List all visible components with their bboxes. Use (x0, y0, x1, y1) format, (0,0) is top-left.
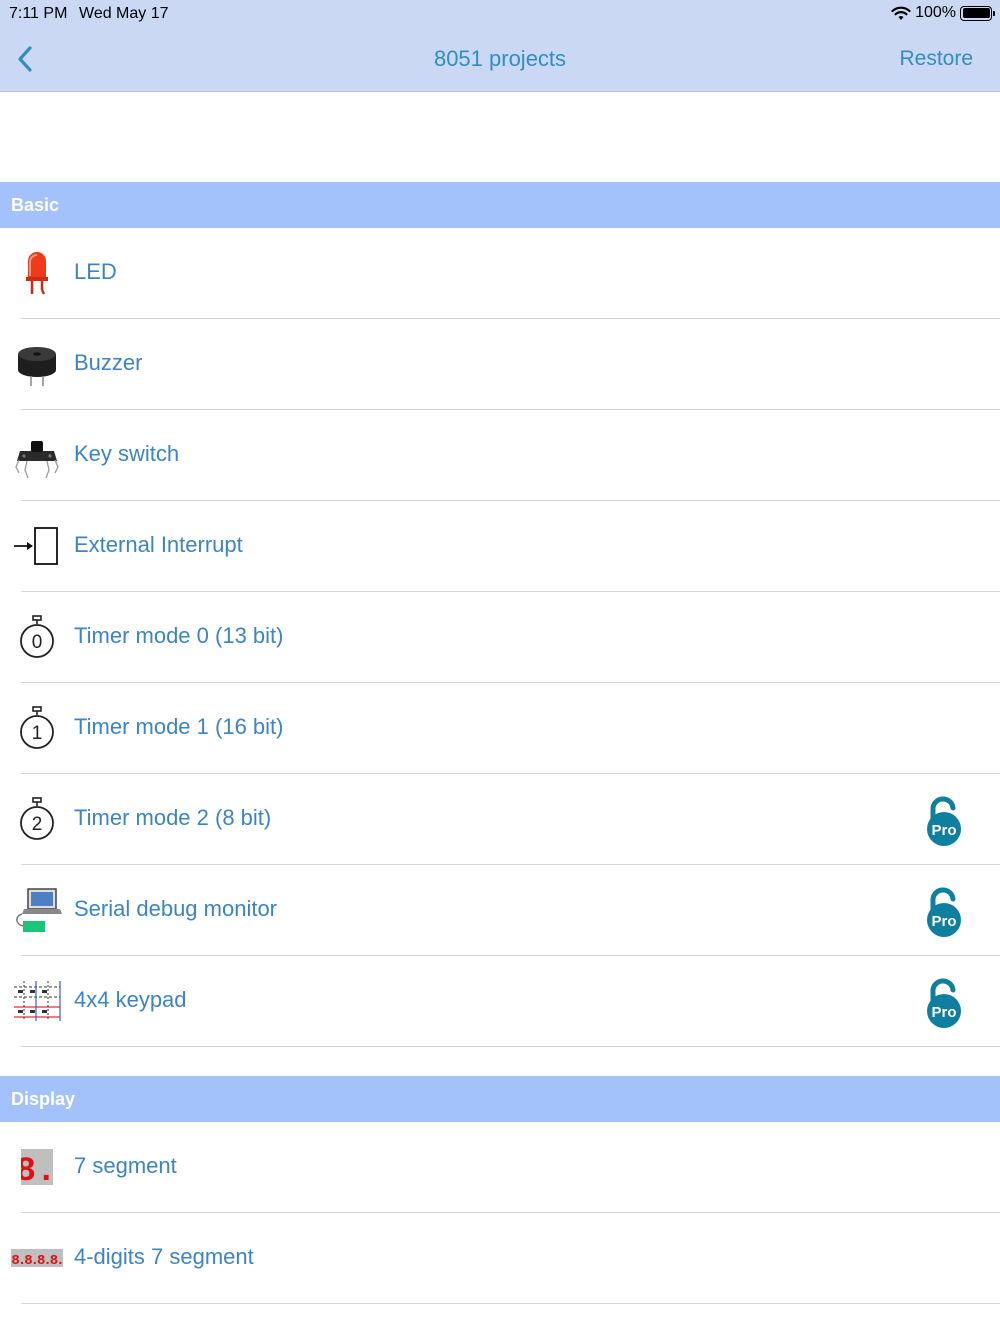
list-item-label: Serial debug monitor (74, 896, 278, 921)
list-item-external-interrupt[interactable]: External Interrupt (0, 501, 1000, 592)
status-time: 7:11 PM (9, 5, 68, 22)
wifi-icon (891, 6, 911, 20)
timer-digit: 2 (32, 814, 43, 835)
timer-0-icon: 0 (10, 612, 64, 662)
page-title: 8051 projects (433, 46, 567, 71)
list-item-timer-mode-2[interactable]: 2 Timer mode 2 (8 bit) Pro (0, 774, 1000, 865)
list-item-label: Timer mode 1 (16 bit) (74, 714, 284, 739)
list-item-7-segment[interactable]: 8. 7 segment (0, 1122, 1000, 1213)
timer-1-icon: 1 (10, 703, 64, 753)
list-item-label: Buzzer (74, 350, 143, 375)
buzzer-icon (10, 339, 64, 389)
battery-percent: 100% (915, 4, 956, 21)
list-item-label: LED (74, 259, 117, 284)
list-item-timer-mode-1[interactable]: 1 Timer mode 1 (16 bit) (0, 683, 1000, 774)
keypad-icon (10, 976, 64, 1026)
status-right: 100% (891, 4, 995, 22)
status-date: Wed May 17 (79, 5, 169, 22)
section-header-basic: Basic (0, 182, 1000, 228)
seven-segment-glyph: 8. (21, 1153, 53, 1185)
status-bar: 7:11 PM Wed May 17 100% (0, 0, 1000, 28)
key-switch-icon (10, 430, 64, 480)
list-item-4-digits-7-segment[interactable]: 8.8.8.8. 4-digits 7 segment (0, 1213, 1000, 1304)
pro-unlock-icon[interactable]: Pro (926, 978, 962, 1028)
external-interrupt-icon (10, 521, 64, 571)
list-item-label: Key switch (74, 441, 180, 466)
list-item-timer-mode-0[interactable]: 0 Timer mode 0 (13 bit) (0, 592, 1000, 683)
serial-monitor-icon (10, 885, 64, 935)
list-item-key-switch[interactable]: Key switch (0, 410, 1000, 501)
list-item-label: 4x4 keypad (74, 987, 187, 1012)
four-digit-glyph: 8.8.8.8. (11, 1253, 62, 1267)
pro-badge-text: Pro (931, 1004, 956, 1021)
list-item-label: Timer mode 2 (8 bit) (74, 805, 272, 830)
seven-segment-icon: 8. (10, 1142, 64, 1192)
timer-2-icon: 2 (10, 794, 64, 844)
restore-button[interactable]: Restore (899, 47, 973, 71)
pro-unlock-icon[interactable]: Pro (926, 887, 962, 937)
timer-digit: 1 (32, 723, 43, 744)
list-item-led[interactable]: LED (0, 228, 1000, 319)
led-icon (10, 248, 64, 298)
nav-bar: 8051 projects Restore (0, 28, 1000, 92)
pro-badge-text: Pro (931, 913, 956, 930)
timer-digit: 0 (32, 632, 43, 653)
list-item-serial-debug-monitor[interactable]: Serial debug monitor Pro (0, 865, 1000, 956)
list-item-label: Timer mode 0 (13 bit) (74, 623, 284, 648)
battery-icon (960, 5, 995, 21)
list-item-buzzer[interactable]: Buzzer (0, 319, 1000, 410)
list-item-4x4-keypad[interactable]: 4x4 keypad Pro (0, 956, 1000, 1047)
section-header-display: Display (0, 1076, 1000, 1122)
list-item-label: 4-digits 7 segment (74, 1244, 254, 1269)
list-item-label: External Interrupt (74, 532, 243, 557)
pro-badge-text: Pro (931, 822, 956, 839)
pro-unlock-icon[interactable]: Pro (926, 796, 962, 846)
list-item-label: 7 segment (74, 1153, 177, 1178)
four-digit-segment-icon: 8.8.8.8. (10, 1233, 64, 1283)
